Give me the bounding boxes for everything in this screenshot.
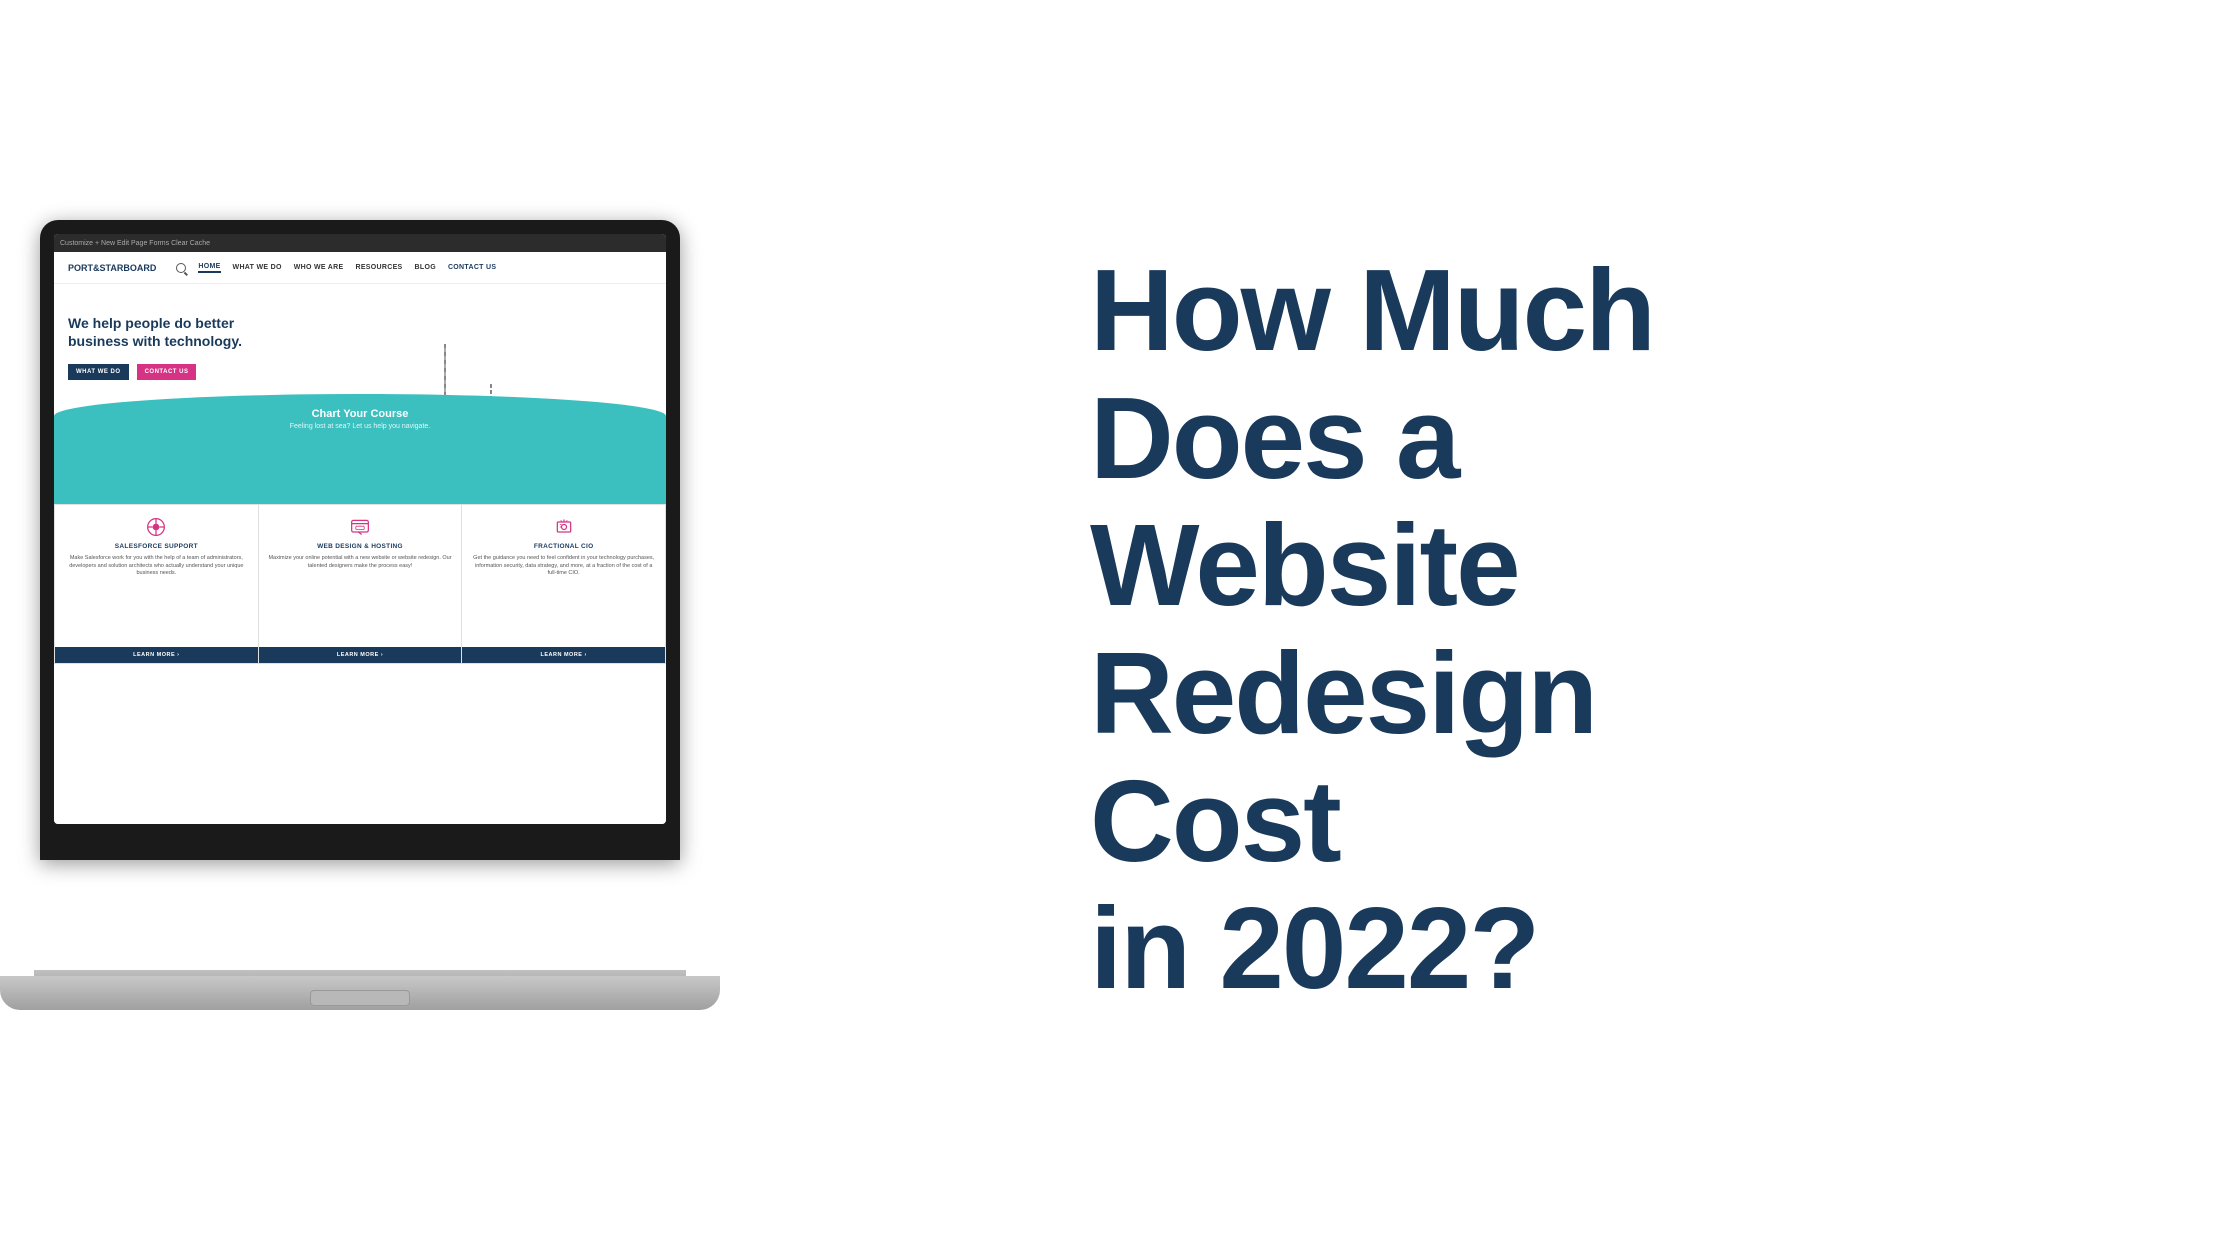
headline-line1: How Much Does a Website Redesign Cost in… — [1090, 247, 1870, 1013]
web-design-icon — [350, 517, 370, 537]
service-card-web: WEB DESIGN & HOSTING Maximize your onlin… — [259, 504, 463, 664]
nav-item-resources[interactable]: RESOURCES — [355, 264, 402, 271]
cio-card-desc: Get the guidance you need to feel confid… — [470, 555, 657, 578]
laptop-bottom-bar — [0, 976, 720, 1010]
nav-item-contact[interactable]: CONTACT US — [448, 264, 496, 271]
laptop-screen-inner: Customize + New Edit Page Forms Clear Ca… — [54, 234, 666, 824]
salesforce-card-title: SALESFORCE SUPPORT — [115, 543, 198, 550]
web-card-title: WEB DESIGN & HOSTING — [317, 543, 403, 550]
nav-item-what-we-do[interactable]: WHAT WE DO — [233, 264, 282, 271]
salesforce-icon — [146, 517, 166, 537]
site-logo: PORT&STARBOARD — [68, 263, 156, 273]
service-cards: SALESFORCE SUPPORT Make Salesforce work … — [54, 504, 666, 664]
hero-headline: We help people do better business with t… — [68, 314, 268, 350]
nav-item-blog[interactable]: BLOG — [415, 264, 436, 271]
cio-card-title: FRACTIONAL CIO — [534, 543, 594, 550]
hero-section: We help people do better business with t… — [54, 284, 666, 504]
service-card-salesforce: SALESFORCE SUPPORT Make Salesforce work … — [54, 504, 259, 664]
headline-container: How Much Does a Website Redesign Cost in… — [1090, 247, 1870, 1013]
chart-course-title: Chart Your Course — [312, 408, 409, 420]
salesforce-card-desc: Make Salesforce work for you with the he… — [63, 555, 250, 578]
hero-buttons: WHAT WE DO CONTACT US — [68, 364, 268, 380]
service-card-cio: FRACTIONAL CIO Get the guidance you need… — [462, 504, 666, 664]
teal-wave-section: Chart Your Course Feeling lost at sea? L… — [54, 394, 666, 504]
admin-bar-text: Customize + New Edit Page Forms Clear Ca… — [60, 240, 210, 247]
trackpad — [310, 990, 410, 1006]
laptop-screen-bezel: Customize + New Edit Page Forms Clear Ca… — [40, 220, 680, 860]
admin-bar: Customize + New Edit Page Forms Clear Ca… — [54, 234, 666, 252]
salesforce-learn-more[interactable]: LEARN MORE › — [55, 647, 258, 663]
web-card-desc: Maximize your online potential with a ne… — [267, 555, 454, 570]
cio-icon — [554, 517, 574, 537]
cio-learn-more[interactable]: LEARN MORE › — [462, 647, 665, 663]
website-content: PORT&STARBOARD HOME WHAT WE DO WHO WE AR… — [54, 252, 666, 824]
contact-us-button[interactable]: CONTACT US — [137, 364, 197, 380]
hero-text-area: We help people do better business with t… — [68, 314, 268, 380]
site-nav: PORT&STARBOARD HOME WHAT WE DO WHO WE AR… — [54, 252, 666, 284]
laptop-section: Customize + New Edit Page Forms Clear Ca… — [0, 0, 720, 1260]
laptop-wrapper: Customize + New Edit Page Forms Clear Ca… — [20, 220, 700, 1040]
search-icon[interactable] — [176, 263, 186, 273]
nav-item-home[interactable]: HOME — [198, 263, 220, 273]
chart-course-subtitle: Feeling lost at sea? Let us help you nav… — [290, 423, 430, 430]
web-learn-more[interactable]: LEARN MORE › — [259, 647, 462, 663]
text-section: How Much Does a Website Redesign Cost in… — [720, 0, 2240, 1260]
what-we-do-button[interactable]: WHAT WE DO — [68, 364, 129, 380]
nav-item-who-we-are[interactable]: WHO WE ARE — [294, 264, 344, 271]
